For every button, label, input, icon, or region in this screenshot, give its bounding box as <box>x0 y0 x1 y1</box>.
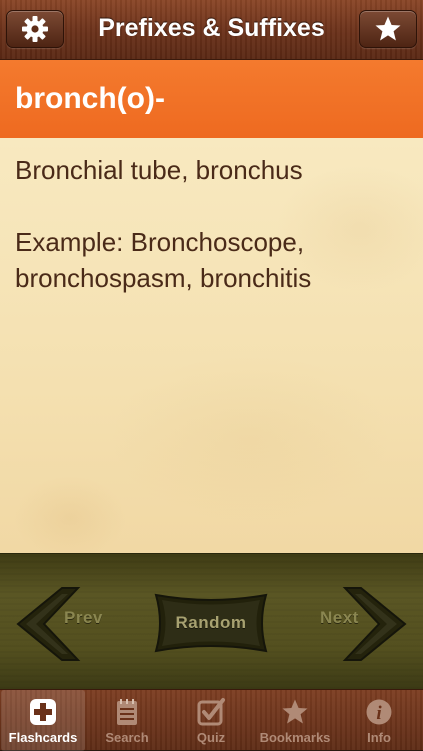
tab-label: Info <box>367 730 391 745</box>
tab-info[interactable]: i Info <box>337 690 421 751</box>
term-bar: bronch(o)- <box>0 60 423 138</box>
svg-text:i: i <box>376 703 382 724</box>
tab-bookmarks[interactable]: Bookmarks <box>253 690 337 751</box>
tab-bar: Flashcards Search Quiz Bookmarks i Info <box>0 689 423 751</box>
tab-label: Bookmarks <box>259 730 331 745</box>
flashcard-body: Bronchial tube, bronchus Example: Bronch… <box>0 138 423 553</box>
next-label: Next <box>320 608 359 627</box>
plus-cross-icon <box>30 699 56 725</box>
tab-quiz[interactable]: Quiz <box>169 690 253 751</box>
settings-button[interactable] <box>6 10 64 48</box>
checkbox-icon <box>197 698 225 726</box>
tab-label: Flashcards <box>8 730 78 745</box>
random-label: Random <box>175 613 247 632</box>
tab-label: Search <box>105 730 149 745</box>
star-icon <box>282 699 308 724</box>
nav-header: Prefixes & Suffixes <box>0 0 423 60</box>
gear-icon <box>22 16 48 42</box>
page-title: Prefixes & Suffixes <box>98 14 325 42</box>
tab-flashcards[interactable]: Flashcards <box>1 690 85 751</box>
random-button[interactable]: Random <box>150 593 272 653</box>
tab-search[interactable]: Search <box>85 690 169 751</box>
star-icon <box>375 16 401 41</box>
tab-label: Quiz <box>196 730 226 745</box>
prev-label: Prev <box>64 608 103 627</box>
bookmark-button[interactable] <box>359 10 417 48</box>
info-icon: i <box>366 699 392 725</box>
flashcard-example: Example: Bronchoscope, bronchospasm, bro… <box>15 227 312 293</box>
flashcard-definition: Bronchial tube, bronchus <box>15 155 303 185</box>
notepad-icon <box>117 699 137 725</box>
flashcard-term: bronch(o)- <box>15 82 165 115</box>
